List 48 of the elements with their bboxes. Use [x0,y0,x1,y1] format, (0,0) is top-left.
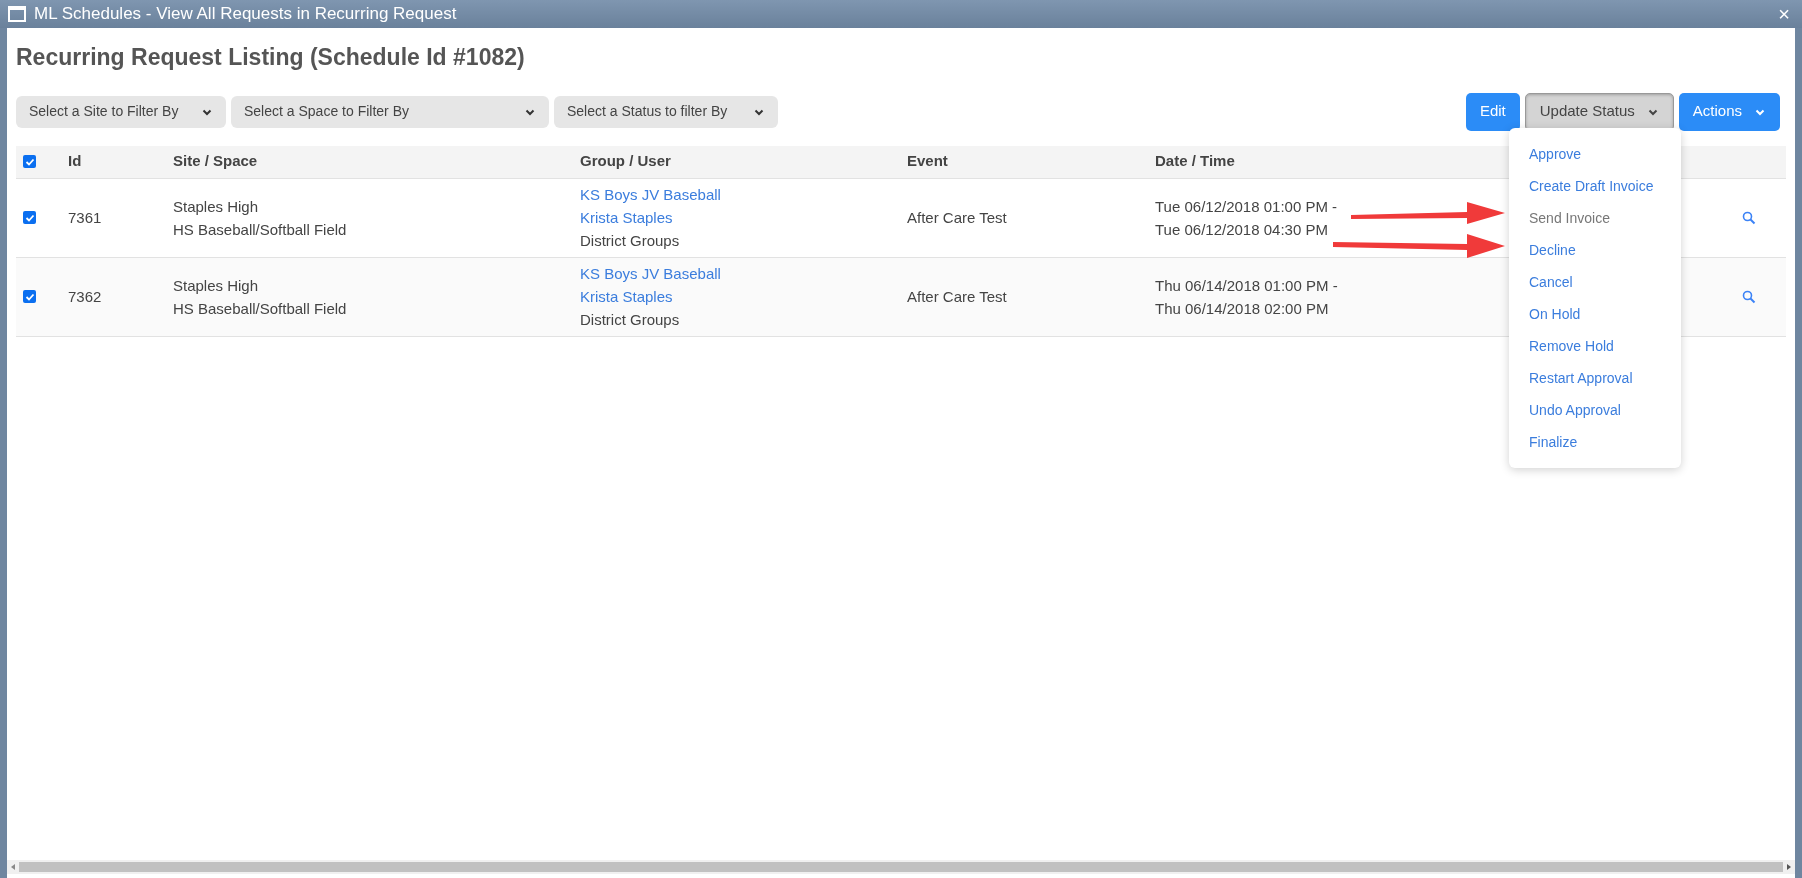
edit-button[interactable]: Edit [1465,92,1520,131]
table-cell-text: Thu 06/14/2018 02:00 PM [1155,298,1330,319]
user-link[interactable]: Krista Staples [580,206,673,229]
menu-item[interactable]: Finalize [1509,426,1681,458]
page-heading: Recurring Request Listing (Schedule Id #1082) [16,43,526,72]
user-link[interactable]: Krista Staples [580,285,673,308]
dropdown-button[interactable]: Update Status [1524,92,1674,131]
menu-item[interactable]: Undo Approval [1509,394,1681,426]
filter-select[interactable]: Select a Space to Filter By [231,95,549,128]
table-cell-text: Tue 06/12/2018 01:00 PM - [1155,196,1339,217]
window-icon [8,6,26,22]
menu-item[interactable]: Cancel [1509,266,1681,298]
menu-item[interactable]: Decline [1509,234,1681,266]
menu-item[interactable]: Create Draft Invoice [1509,170,1681,202]
group-link[interactable]: KS Boys JV Baseball [580,262,721,285]
group-link[interactable]: KS Boys JV Baseball [580,183,721,206]
column-header: Site / Space [173,152,258,170]
filter-select[interactable]: Select a Status to filter By [554,95,778,128]
table-cell-text: Staples High [173,196,260,217]
horizontal-scrollbar[interactable] [7,860,1795,874]
table-cell-text: Tue 06/12/2018 04:30 PM [1155,219,1329,240]
column-header: Event [907,152,948,170]
menu-item[interactable]: On Hold [1509,298,1681,330]
table-cell: After Care Test [907,209,1007,226]
menu-item[interactable]: Restart Approval [1509,362,1681,394]
table-cell-text: Staples High [173,275,260,296]
table-cell: After Care Test [907,288,1007,305]
search-icon[interactable] [1742,210,1756,225]
table-cell-text: Thu 06/14/2018 01:00 PM - [1155,275,1339,296]
checkbox[interactable] [23,211,36,224]
filter-select[interactable]: Select a Site to Filter By [16,95,226,128]
column-header: Group / User [580,152,671,170]
menu-item[interactable]: Remove Hold [1509,330,1681,362]
table-cell: 7361 [68,209,102,226]
column-header: Id [68,152,82,170]
table-cell-text: District Groups [580,310,680,330]
menu-item[interactable]: Approve [1509,138,1681,170]
table-cell-text: HS Baseball/Softball Field [173,298,348,319]
window-title: ML Schedules - View All Requests in Recurring Request [34,3,458,26]
search-icon[interactable] [1742,289,1756,304]
table-cell-text: HS Baseball/Softball Field [173,219,348,240]
table-cell-text: District Groups [580,231,680,251]
close-button[interactable]: × [1774,4,1794,24]
table-cell: 7362 [68,288,102,305]
dropdown-button[interactable]: Actions [1678,92,1780,131]
column-header: Date / Time [1155,152,1235,170]
checkbox[interactable] [23,155,36,168]
checkbox[interactable] [23,290,36,303]
